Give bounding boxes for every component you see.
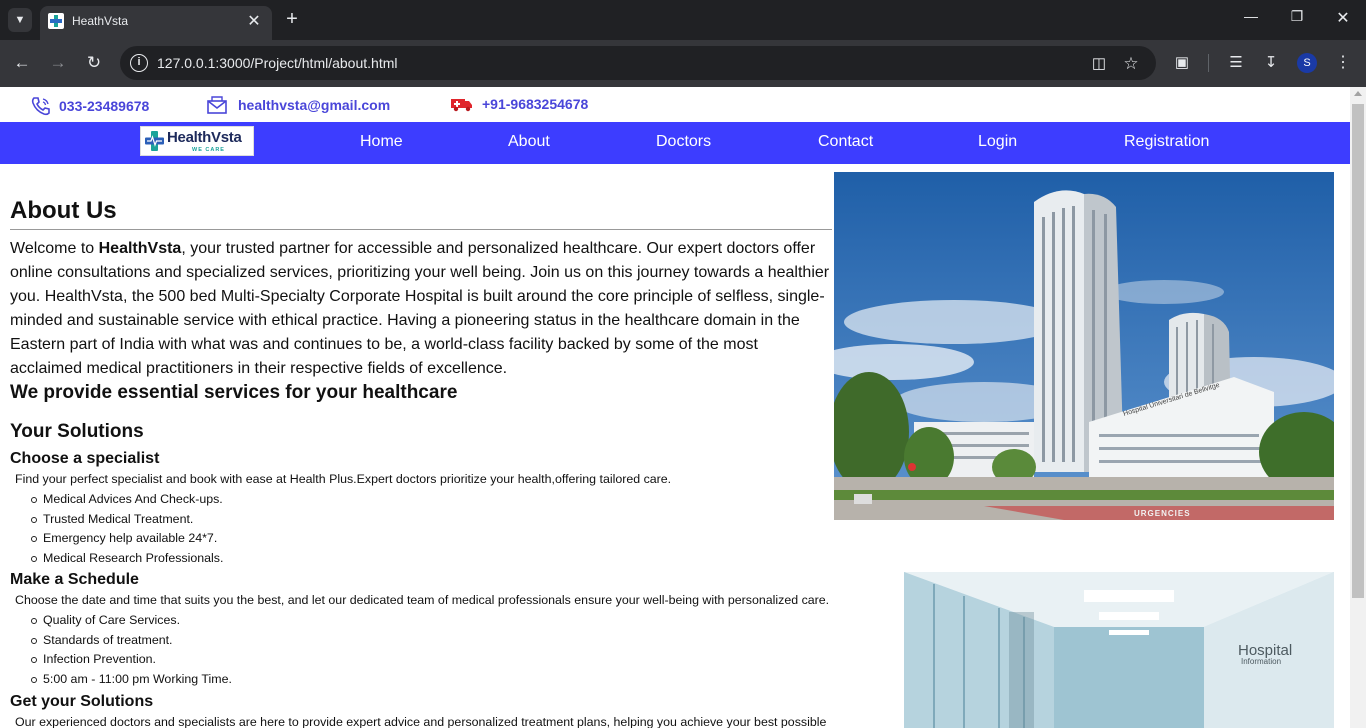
site-info-icon[interactable]: i bbox=[130, 54, 148, 72]
emergency-contact[interactable]: +91-9683254678 bbox=[450, 96, 588, 112]
scroll-up-arrow-icon[interactable] bbox=[1354, 91, 1362, 96]
ambulance-icon bbox=[451, 99, 472, 112]
solution-list: Medical Advices And Check-ups. Trusted M… bbox=[31, 490, 880, 569]
download-icon[interactable]: ↧ bbox=[1260, 52, 1282, 74]
close-window-icon[interactable]: ✕ bbox=[1320, 8, 1366, 28]
toolbar-divider bbox=[1208, 54, 1209, 72]
profile-avatar[interactable]: S bbox=[1297, 53, 1317, 73]
reload-icon[interactable]: ↻ bbox=[83, 52, 105, 74]
logo-tagline: WE CARE bbox=[192, 147, 225, 153]
nav-registration[interactable]: Registration bbox=[1124, 133, 1209, 151]
contact-bar: 033-23489678 healthvsta@gmail.com +91-96… bbox=[0, 87, 1350, 122]
nav-home[interactable]: Home bbox=[360, 133, 403, 151]
forward-arrow-icon[interactable]: → bbox=[47, 52, 69, 74]
bookmark-star-icon[interactable]: ☆ bbox=[1121, 54, 1141, 74]
medical-cross-logo-icon bbox=[145, 131, 164, 151]
corridor-sign-sub: Information bbox=[1241, 657, 1281, 666]
phone-icon bbox=[31, 97, 50, 116]
browser-toolbar: ← → ↻ i 127.0.0.1:3000/Project/html/abou… bbox=[0, 40, 1366, 87]
list-item: Trusted Medical Treatment. bbox=[31, 510, 880, 530]
list-item: Medical Advices And Check-ups. bbox=[31, 490, 880, 510]
more-menu-icon[interactable]: ⋮ bbox=[1332, 52, 1354, 74]
list-item: Infection Prevention. bbox=[31, 650, 880, 670]
page-scrollbar[interactable] bbox=[1350, 87, 1366, 728]
hospital-building-image: Hospital Universitari de Bellvitge URGEN… bbox=[834, 172, 1334, 520]
intro-paragraph: Welcome to HealthVsta, your trusted part… bbox=[10, 237, 832, 381]
solution-get-solutions: Get your Solutions Our experienced docto… bbox=[10, 693, 880, 728]
phone-number: 033-23489678 bbox=[59, 98, 150, 114]
services-heading: We provide essential services for your h… bbox=[10, 382, 458, 403]
browser-tabstrip: ▼ HeathVsta ✕ + — ❐ ✕ bbox=[0, 0, 1366, 40]
mail-icon bbox=[207, 96, 227, 114]
intro-body: , your trusted partner for accessible an… bbox=[10, 240, 830, 377]
list-item: 5:00 am - 11:00 pm Working Time. bbox=[31, 670, 880, 690]
list-item: Medical Research Professionals. bbox=[31, 549, 880, 569]
tab-search-chevron-icon[interactable]: ▼ bbox=[8, 8, 32, 32]
browser-tab[interactable]: HeathVsta ✕ bbox=[40, 6, 272, 40]
address-bar[interactable]: i 127.0.0.1:3000/Project/html/about.html… bbox=[120, 46, 1156, 80]
tab-close-icon[interactable]: ✕ bbox=[244, 11, 264, 31]
healthvsta-logo[interactable]: HealthVsta WE CARE bbox=[140, 126, 254, 156]
solution-choose-specialist: Choose a specialist Find your perfect sp… bbox=[10, 450, 880, 568]
extensions-puzzle-icon[interactable]: ▣ bbox=[1171, 52, 1193, 74]
solution-description: Choose the date and time that suits you … bbox=[15, 593, 830, 607]
solution-list: Quality of Care Services. Standards of t… bbox=[31, 611, 880, 690]
title-divider bbox=[10, 229, 832, 230]
nav-about[interactable]: About bbox=[508, 133, 550, 151]
email-contact[interactable]: healthvsta@gmail.com bbox=[206, 96, 390, 114]
solutions-heading: Your Solutions bbox=[10, 421, 144, 442]
emergency-number: +91-9683254678 bbox=[482, 96, 589, 112]
solution-description: Find your perfect specialist and book wi… bbox=[15, 472, 672, 486]
logo-text: HealthVsta bbox=[167, 129, 242, 146]
nav-login[interactable]: Login bbox=[978, 133, 1017, 151]
new-tab-plus-icon[interactable]: + bbox=[282, 8, 302, 30]
scrollbar-thumb[interactable] bbox=[1352, 104, 1364, 598]
solution-make-schedule: Make a Schedule Choose the date and time… bbox=[10, 571, 880, 689]
tab-title: HeathVsta bbox=[72, 14, 129, 28]
solution-title: Get your Solutions bbox=[10, 693, 154, 710]
hospital-corridor-image: Hospital Information bbox=[904, 572, 1334, 728]
main-navbar: HealthVsta WE CARE Home About Doctors Co… bbox=[0, 122, 1350, 164]
back-arrow-icon[interactable]: ← bbox=[11, 52, 33, 74]
solution-title: Make a Schedule bbox=[10, 571, 139, 588]
nav-contact[interactable]: Contact bbox=[818, 133, 873, 151]
list-item: Standards of treatment. bbox=[31, 631, 880, 651]
nav-doctors[interactable]: Doctors bbox=[656, 133, 711, 151]
page-viewport: 033-23489678 healthvsta@gmail.com +91-96… bbox=[0, 87, 1350, 728]
restore-icon[interactable]: ❐ bbox=[1274, 8, 1320, 25]
translate-icon[interactable]: ◫ bbox=[1089, 54, 1109, 74]
ground-sign-text: URGENCIES bbox=[1134, 509, 1191, 518]
intro-brand: HealthVsta bbox=[98, 240, 182, 257]
solution-description: Our experienced doctors and specialists … bbox=[15, 715, 827, 728]
minimize-icon[interactable]: — bbox=[1228, 8, 1274, 24]
phone-contact[interactable]: 033-23489678 bbox=[30, 96, 149, 116]
media-control-icon[interactable]: ☰ bbox=[1225, 52, 1247, 74]
url-text[interactable]: 127.0.0.1:3000/Project/html/about.html bbox=[157, 55, 397, 71]
page-title: About Us bbox=[10, 197, 117, 224]
list-item: Emergency help available 24*7. bbox=[31, 529, 880, 549]
solution-title: Choose a specialist bbox=[10, 450, 160, 467]
email-address: healthvsta@gmail.com bbox=[238, 97, 391, 113]
intro-lead: Welcome to bbox=[10, 240, 99, 257]
list-item: Quality of Care Services. bbox=[31, 611, 880, 631]
favicon-icon bbox=[48, 13, 64, 29]
